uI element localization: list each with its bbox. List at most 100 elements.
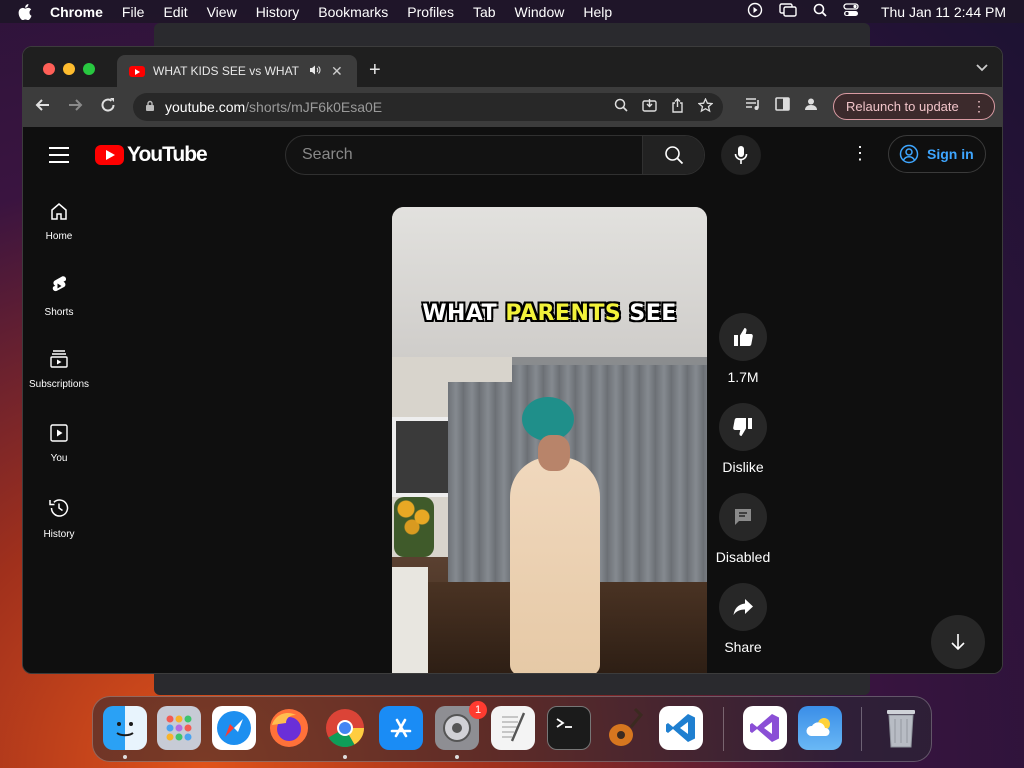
back-button[interactable] <box>35 97 51 118</box>
menu-bookmarks[interactable]: Bookmarks <box>318 4 388 20</box>
profile-avatar-icon[interactable] <box>804 97 818 114</box>
dock-separator-trash <box>861 707 862 751</box>
safari-icon[interactable] <box>212 706 256 750</box>
new-tab-button[interactable]: + <box>369 59 381 82</box>
finder-icon[interactable] <box>103 706 147 750</box>
search-input[interactable] <box>286 136 642 174</box>
menu-profiles[interactable]: Profiles <box>407 4 454 20</box>
forward-button[interactable] <box>67 97 83 118</box>
system-settings-badge: 1 <box>469 701 487 719</box>
microphone-icon <box>734 146 748 164</box>
shorts-action-bar: 1.7M Dislike Disabled Share <box>713 313 773 674</box>
screen-mirroring-icon[interactable] <box>779 3 797 20</box>
window-close-button[interactable] <box>43 63 55 75</box>
vscode-icon[interactable] <box>659 706 703 750</box>
sidebar-item-shorts[interactable]: Shorts <box>23 275 95 349</box>
textedit-icon[interactable] <box>491 706 535 750</box>
menu-tab[interactable]: Tab <box>473 4 496 20</box>
thumbs-up-icon <box>734 328 753 346</box>
install-app-icon[interactable] <box>642 98 657 116</box>
home-icon <box>51 203 67 220</box>
you-icon <box>50 424 68 442</box>
youtube-logo[interactable]: YouTube <box>95 143 208 167</box>
share-action: Share <box>713 583 773 655</box>
next-short-button[interactable] <box>931 615 985 669</box>
comments-label: Disabled <box>715 549 771 565</box>
sidebar-item-home[interactable]: Home <box>23 201 95 275</box>
video-scene-face <box>538 435 570 471</box>
comments-button[interactable] <box>719 493 767 541</box>
tab-search-chevron-icon[interactable] <box>976 61 988 75</box>
shorts-icon <box>52 276 67 292</box>
menu-edit[interactable]: Edit <box>163 4 187 20</box>
zoom-icon[interactable] <box>614 98 628 116</box>
garageband-icon[interactable] <box>603 706 647 750</box>
youtube-favicon-icon <box>129 65 145 77</box>
thumbs-down-icon <box>733 418 752 436</box>
video-caption-white: WHAT <box>422 301 506 326</box>
menu-app-name[interactable]: Chrome <box>50 4 103 20</box>
shorts-video-player[interactable]: WHAT PARENTS SEE <box>392 207 707 673</box>
chrome-icon[interactable] <box>323 706 367 750</box>
sidebar-item-subscriptions[interactable]: Subscriptions <box>23 349 95 423</box>
menu-file[interactable]: File <box>122 4 145 20</box>
sidebar-item-you[interactable]: You <box>23 423 95 497</box>
guide-menu-icon[interactable] <box>49 147 69 168</box>
visual-studio-icon[interactable] <box>743 706 787 750</box>
search-button[interactable] <box>642 136 704 174</box>
spotlight-search-icon[interactable] <box>813 3 827 20</box>
sign-in-button[interactable]: Sign in <box>888 135 986 173</box>
chrome-menu-kebab-icon[interactable]: ⋮ <box>972 98 986 115</box>
settings-kebab-icon[interactable]: ⋮ <box>851 143 869 164</box>
bookmark-star-icon[interactable] <box>697 97 714 116</box>
tab-close-icon[interactable]: ✕ <box>331 63 343 80</box>
firefox-icon[interactable] <box>267 706 311 750</box>
url-host: youtube.com <box>165 99 246 115</box>
youtube-play-logo-icon <box>95 145 124 165</box>
share-page-icon[interactable] <box>671 98 684 116</box>
arrow-down-icon <box>951 634 965 651</box>
launchpad-icon[interactable] <box>157 706 201 750</box>
youtube-wordmark: YouTube <box>127 143 208 166</box>
menu-help[interactable]: Help <box>583 4 612 20</box>
menu-window[interactable]: Window <box>515 4 565 20</box>
side-panel-icon[interactable] <box>775 97 790 114</box>
trash-icon[interactable] <box>879 706 923 750</box>
menu-history[interactable]: History <box>256 4 300 20</box>
window-zoom-button[interactable] <box>83 63 95 75</box>
sidebar-item-history[interactable]: History <box>23 497 95 571</box>
chrome-window: WHAT KIDS SEE vs WHAT PARENTS SEE ✕ + yo… <box>22 46 1003 674</box>
video-scene-person <box>510 457 600 673</box>
control-center-icon[interactable] <box>843 3 859 20</box>
tab-strip: WHAT KIDS SEE vs WHAT PARENTS SEE ✕ + <box>23 47 1002 87</box>
browser-tab-active[interactable]: WHAT KIDS SEE vs WHAT PARENTS SEE ✕ <box>117 55 357 87</box>
search-box <box>285 135 705 175</box>
like-button[interactable] <box>719 313 767 361</box>
relaunch-label: Relaunch to update <box>846 99 959 114</box>
media-play-icon[interactable] <box>747 2 763 21</box>
video-caption-end: SEE <box>621 301 677 326</box>
menu-view[interactable]: View <box>207 4 237 20</box>
settings-running-indicator <box>455 755 459 759</box>
weather-icon[interactable] <box>798 706 842 750</box>
relaunch-to-update-button[interactable]: Relaunch to update ⋮ <box>833 93 995 120</box>
window-minimize-button[interactable] <box>63 63 75 75</box>
app-store-icon[interactable] <box>379 706 423 750</box>
url-path: /shorts/mJF6k0Esa0E <box>245 99 383 115</box>
reload-button[interactable] <box>100 97 116 118</box>
voice-search-button[interactable] <box>721 135 761 175</box>
macos-dock: 1 <box>92 696 932 762</box>
dislike-button[interactable] <box>719 403 767 451</box>
video-scene-curtain-left <box>448 382 512 602</box>
more-actions-button[interactable] <box>719 673 767 674</box>
address-bar[interactable]: youtube.com/shorts/mJF6k0Esa0E <box>133 93 723 121</box>
share-button[interactable] <box>719 583 767 631</box>
comments-disabled-icon <box>735 509 751 525</box>
reading-list-icon[interactable] <box>745 97 761 114</box>
terminal-icon[interactable] <box>547 706 591 750</box>
tab-audio-icon[interactable] <box>309 64 321 78</box>
site-info-lock-icon[interactable] <box>145 100 155 115</box>
share-label: Share <box>724 639 762 655</box>
apple-menu-icon[interactable] <box>18 3 38 20</box>
menu-bar-clock[interactable]: Thu Jan 11 2:44 PM <box>881 4 1006 20</box>
